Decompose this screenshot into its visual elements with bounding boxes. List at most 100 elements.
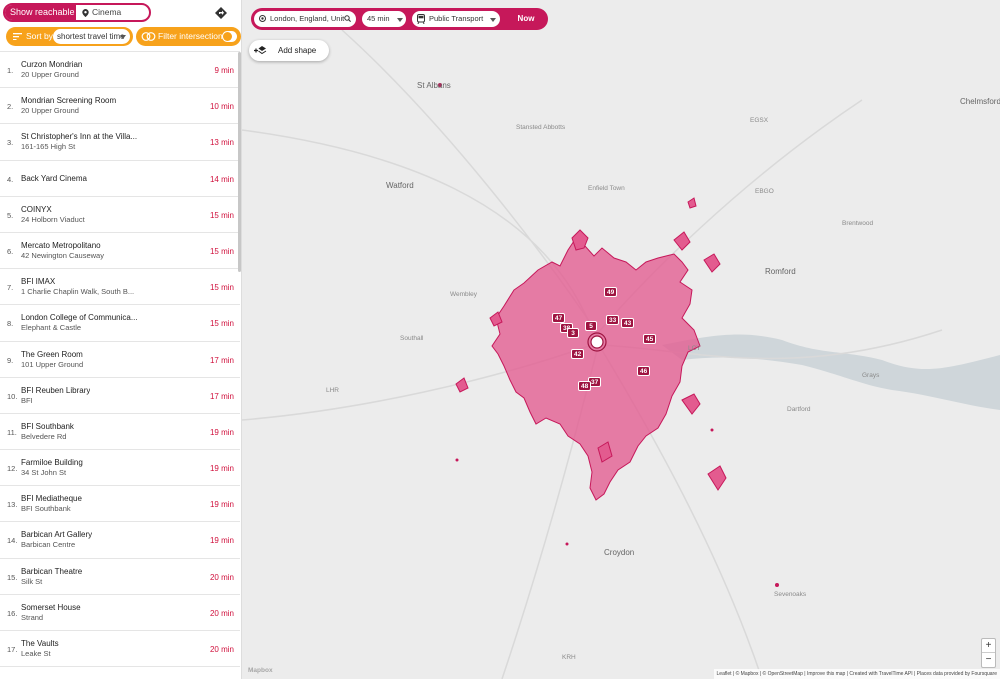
item-travel-time: 19 min xyxy=(209,500,234,510)
list-item[interactable]: 15. Barbican Theatre Silk St 20 min xyxy=(0,559,240,595)
item-travel-time: 15 min xyxy=(209,283,234,293)
chevron-down-icon xyxy=(490,18,496,22)
item-name: BFI Mediatheque xyxy=(21,494,82,504)
poi-marker[interactable]: 3 xyxy=(567,328,579,338)
scrollbar[interactable] xyxy=(238,52,241,272)
sort-select[interactable]: shortest travel time xyxy=(53,29,130,44)
list-item[interactable]: 4. Back Yard Cinema 14 min xyxy=(0,161,240,197)
chevron-down-icon xyxy=(120,35,126,39)
filter-intersection-control[interactable]: Filter intersection xyxy=(136,27,241,46)
item-name: London College of Communica... xyxy=(21,313,138,323)
list-item[interactable]: 3. St Christopher's Inn at the Villa... 16… xyxy=(0,124,240,161)
transport-mode-value: Public Transport xyxy=(429,14,484,23)
reachable-search-row: Show reachable Cinema xyxy=(0,0,242,26)
map-label-stansted: Stansted Abbotts xyxy=(516,124,566,131)
poi-marker[interactable]: 45 xyxy=(643,334,657,344)
item-name: Farmiloe Building xyxy=(21,458,83,468)
isochrone-area[interactable] xyxy=(491,237,701,501)
list-item[interactable]: 10. BFI Reuben Library BFI 17 min xyxy=(0,378,240,414)
item-name: Barbican Art Gallery xyxy=(21,530,93,540)
list-item[interactable]: 6. Mercato Metropolitano 42 Newington Caus… xyxy=(0,233,240,270)
map-label-croydon: Croydon xyxy=(604,548,635,557)
item-travel-time: 17 min xyxy=(209,355,234,365)
item-address: 1 Charlie Chaplin Walk, South B... xyxy=(21,287,135,297)
list-item[interactable]: 5. COINYX 24 Holborn Viaduct 15 min xyxy=(0,197,240,233)
item-travel-time: 17 min xyxy=(209,391,234,401)
item-address: 20 Upper Ground xyxy=(21,70,79,79)
list-item[interactable]: 12. Farmiloe Building 34 St John St 19 min xyxy=(0,450,240,487)
results-sidebar: Show reachable Cinema Sort by shortest t… xyxy=(0,0,242,679)
list-item[interactable]: 14. Barbican Art Gallery Barbican Centre 19… xyxy=(0,522,240,559)
item-travel-time: 19 min xyxy=(209,536,234,546)
list-item[interactable]: 13. BFI Mediatheque BFI Southbank 19 min xyxy=(0,486,240,523)
item-address: 42 Newington Causeway xyxy=(21,250,104,260)
layers-plus-icon xyxy=(254,46,267,55)
poi-marker[interactable]: 43 xyxy=(621,318,635,328)
list-item[interactable]: 18.Embankment Garden Cinema xyxy=(0,667,240,679)
item-travel-time: 15 min xyxy=(209,210,234,220)
item-travel-time: 20 min xyxy=(209,572,234,582)
list-item[interactable]: 2. Mondrian Screening Room 20 Upper Ground… xyxy=(0,88,240,125)
transport-mode-select[interactable]: Public Transport xyxy=(412,11,500,27)
filter-intersection-toggle[interactable] xyxy=(222,31,237,42)
map-attribution[interactable]: Leaflet | © Mapbox | © OpenStreetMap | I… xyxy=(713,669,1000,679)
item-name: BFI IMAX xyxy=(21,277,56,287)
travel-time-select[interactable]: 45 min xyxy=(362,11,406,27)
reachable-search[interactable]: Show reachable Cinema xyxy=(3,3,151,22)
list-item[interactable]: 17. The Vaults Leake St 20 min xyxy=(0,631,240,668)
item-address: 161-165 High St xyxy=(21,142,76,152)
list-item[interactable]: 16. Somerset House Strand 20 min xyxy=(0,595,240,631)
map-label-sevenoaks: Sevenoaks xyxy=(774,591,807,598)
poi-marker[interactable]: 48 xyxy=(578,381,592,391)
map-label-enfield: Enfield Town xyxy=(588,185,625,192)
poi-marker[interactable]: 33 xyxy=(606,315,620,325)
sort-select-value: shortest travel time xyxy=(57,32,125,41)
item-index: 2. xyxy=(7,102,14,112)
item-index: 13. xyxy=(7,500,18,510)
item-travel-time: 9 min xyxy=(214,66,234,75)
item-index: 17. xyxy=(7,645,18,654)
item-travel-time: 19 min xyxy=(209,464,234,474)
item-address: 24 Holborn Viaduct xyxy=(21,214,85,224)
poi-marker[interactable]: 49 xyxy=(604,287,618,297)
sort-icon xyxy=(13,33,22,40)
map-area[interactable]: 4947385334334245374846 St Albans Chelmsf… xyxy=(242,0,1000,679)
now-button[interactable]: Now xyxy=(512,11,540,27)
zoom-out-button[interactable]: − xyxy=(982,653,995,667)
item-address: 34 St John St xyxy=(21,468,67,478)
poi-search-input[interactable]: Cinema xyxy=(78,5,149,20)
list-item[interactable]: 11. BFI Southbank Belvedere Rd 19 min xyxy=(0,414,240,451)
item-travel-time: 13 min xyxy=(209,138,234,148)
item-address: Barbican Centre xyxy=(21,540,76,550)
item-name: Barbican Theatre xyxy=(21,566,83,576)
poi-marker[interactable]: 5 xyxy=(585,321,597,331)
add-shape-label: Add shape xyxy=(278,46,317,55)
add-shape-button[interactable]: Add shape xyxy=(249,40,329,61)
list-item[interactable]: 7. BFI IMAX 1 Charlie Chaplin Walk, South … xyxy=(0,269,240,306)
filter-intersection-label: Filter intersection xyxy=(158,31,223,41)
sort-filter-row: Sort by shortest travel time Filter inte… xyxy=(6,27,242,47)
item-name: Mondrian Screening Room xyxy=(21,96,117,106)
zoom-in-button[interactable]: + xyxy=(982,639,995,653)
item-index: 9. xyxy=(7,355,14,365)
item-index: 15. xyxy=(7,572,18,582)
item-name: Somerset House xyxy=(21,602,81,612)
list-item[interactable]: 8. London College of Communica... Elephant… xyxy=(0,305,240,342)
location-input[interactable]: London, England, Unit xyxy=(254,11,356,27)
zoom-control: + − xyxy=(981,638,996,668)
origin-marker[interactable] xyxy=(590,335,604,349)
list-item[interactable]: 9. The Green Room 101 Upper Ground 17 min xyxy=(0,342,240,378)
search-icon[interactable] xyxy=(344,15,351,22)
poi-marker[interactable]: 46 xyxy=(637,366,651,376)
item-address: Strand xyxy=(21,612,44,622)
list-item[interactable]: 1. Curzon Mondrian 20 Upper Ground 9 min xyxy=(0,52,240,89)
chevron-down-icon xyxy=(397,18,403,22)
isochrone-dot xyxy=(775,583,779,587)
isochrone-fragment xyxy=(703,253,721,273)
poi-marker[interactable]: 42 xyxy=(571,349,585,359)
item-name: The Vaults xyxy=(21,639,59,648)
poi-marker[interactable]: 47 xyxy=(552,313,566,323)
directions-icon[interactable] xyxy=(215,7,227,19)
item-travel-time: 15 min xyxy=(209,246,234,256)
map-canvas xyxy=(242,29,1000,679)
